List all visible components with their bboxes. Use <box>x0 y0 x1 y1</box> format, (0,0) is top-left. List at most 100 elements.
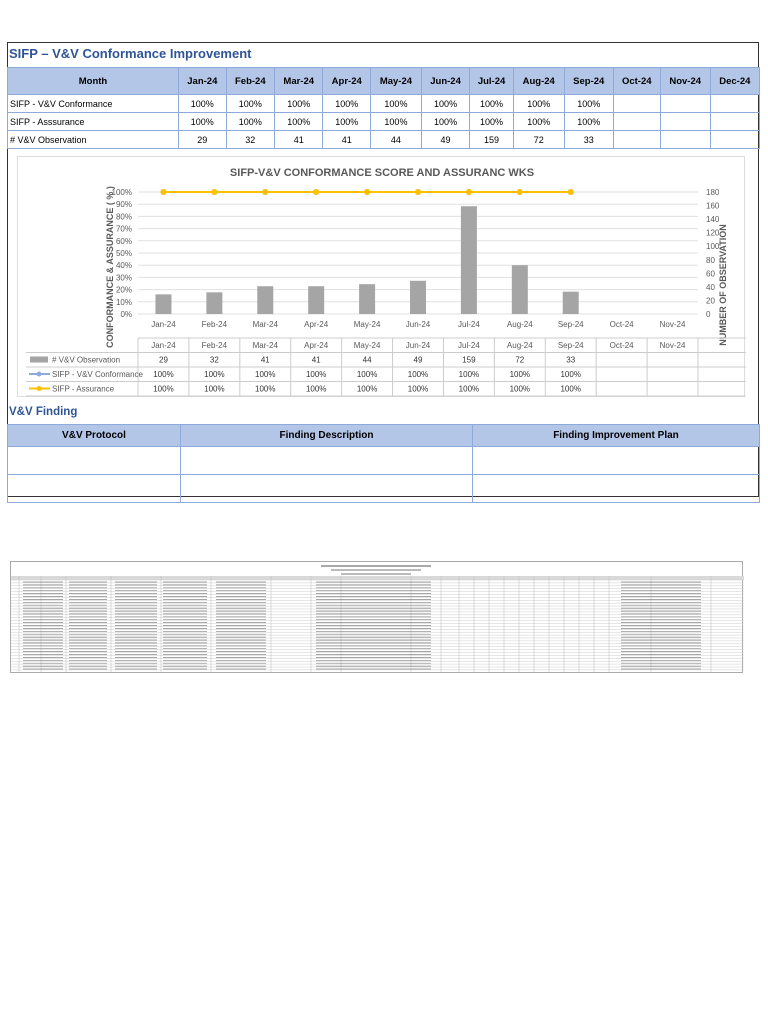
data-label: 100% <box>560 370 580 379</box>
combo-chart: SIFP-V&V CONFORMANCE SCORE AND ASSURANC … <box>26 167 748 397</box>
table-cell <box>659 112 711 131</box>
data-label: 100% <box>357 385 377 394</box>
legend-swatch <box>30 356 48 363</box>
table-cell: 100% <box>469 94 514 113</box>
month-header: Nov-24 <box>659 67 711 95</box>
y-tick-label: 50% <box>116 249 132 258</box>
x-tick-label: Aug-24 <box>507 320 533 329</box>
data-label: 100% <box>357 370 377 379</box>
cell[interactable] <box>7 446 181 475</box>
data-label: 100% <box>459 370 479 379</box>
data-label: 100% <box>459 385 479 394</box>
data-label: 100% <box>306 370 326 379</box>
y-tick-label: 10% <box>116 298 132 307</box>
table-cell: 100% <box>563 94 614 113</box>
table-row <box>7 474 760 503</box>
col-plan: Finding Improvement Plan <box>472 424 760 447</box>
month-header: Dec-24 <box>709 67 761 95</box>
x-tick-label: Mar-24 <box>253 320 279 329</box>
bar <box>308 286 325 314</box>
y-tick-label: 80% <box>116 212 132 221</box>
data-label: 100% <box>255 370 275 379</box>
data-point <box>160 189 167 195</box>
table-header: Apr-24 <box>304 341 329 350</box>
conformance-table: Month Jan-24 Feb-24 Mar-24 Apr-24 May-24 Jun-2… <box>7 67 761 149</box>
data-point <box>465 189 472 195</box>
table-cell: 100% <box>469 112 514 131</box>
x-tick-label: Sep-24 <box>558 320 584 329</box>
table-cell <box>709 94 761 113</box>
bar <box>155 294 172 314</box>
legend-label: SIFP - Assurance <box>52 385 115 394</box>
x-tick-label: Feb-24 <box>202 320 228 329</box>
bar <box>257 286 274 314</box>
month-header: Jan-24 <box>178 67 227 95</box>
bar <box>359 284 376 314</box>
table-header: May-24 <box>354 341 381 350</box>
y-tick-label: 60% <box>116 237 132 246</box>
y-tick-label: 20% <box>116 286 132 295</box>
table-cell: 159 <box>469 130 514 149</box>
table-cell: 100% <box>178 94 227 113</box>
table-cell <box>659 130 711 149</box>
finding-table: V&V Protocol Finding Description Finding I… <box>7 424 760 503</box>
table-cell: 100% <box>370 112 422 131</box>
y-tick-label: 30% <box>116 273 132 282</box>
month-header: Aug-24 <box>512 67 565 95</box>
table-header-row: Month Jan-24 Feb-24 Mar-24 Apr-24 May-24 Jun-2… <box>7 67 761 95</box>
table-cell: 44 <box>370 130 422 149</box>
table-cell: 41 <box>274 130 324 149</box>
month-header: Oct-24 <box>612 67 661 95</box>
y2-tick-label: 20 <box>706 296 715 305</box>
data-point <box>313 189 320 195</box>
data-label: 100% <box>408 370 428 379</box>
table-cell: 100% <box>322 112 372 131</box>
table-cell: 100% <box>274 94 324 113</box>
cell[interactable] <box>180 446 473 475</box>
table-header: Jun-24 <box>406 341 431 350</box>
cell[interactable] <box>180 474 473 503</box>
table-cell: 100% <box>420 94 471 113</box>
x-tick-label: Jul-24 <box>458 320 480 329</box>
data-point <box>415 189 421 195</box>
bar <box>562 291 579 314</box>
data-label: 44 <box>363 356 372 365</box>
data-point <box>516 189 523 195</box>
y-axis-label: CONFORMANCE & ASSURANCE ( % ) <box>105 186 115 348</box>
col-description: Finding Description <box>180 424 473 447</box>
data-label: 72 <box>515 356 524 365</box>
table-cell: 100% <box>563 112 614 131</box>
table-cell: 32 <box>225 130 276 149</box>
table-cell: 100% <box>512 112 565 131</box>
table-header: Mar-24 <box>253 341 279 350</box>
x-tick-label: Apr-24 <box>304 320 329 329</box>
table-cell: 33 <box>563 130 614 149</box>
table-cell: 100% <box>178 112 227 131</box>
table-cell: 100% <box>274 112 324 131</box>
bar <box>410 280 426 314</box>
table-header: Oct-24 <box>610 341 635 350</box>
x-tick-label: Jun-24 <box>406 320 431 329</box>
cell[interactable] <box>472 474 760 503</box>
row-label: SIFP - Asssurance <box>7 112 179 131</box>
thumbnail-line <box>11 576 744 580</box>
bar <box>206 292 223 314</box>
table-cell <box>659 94 711 113</box>
cell[interactable] <box>7 474 181 503</box>
table-cell <box>612 112 661 131</box>
data-point <box>262 189 269 195</box>
y2-tick-label: 60 <box>706 269 715 278</box>
col-protocol: V&V Protocol <box>7 424 181 447</box>
chart-title: SIFP-V&V CONFORMANCE SCORE AND ASSURANC … <box>230 167 534 179</box>
table-cell: 100% <box>225 112 276 131</box>
table-cell: 72 <box>512 130 565 149</box>
cell[interactable] <box>472 446 760 475</box>
y-tick-label: 40% <box>116 261 132 270</box>
legend-marker <box>36 386 42 391</box>
data-label: 100% <box>306 385 326 394</box>
table-cell: 41 <box>322 130 372 149</box>
table-header: Aug-24 <box>507 341 533 350</box>
data-label: 100% <box>255 385 275 394</box>
table-cell: 100% <box>512 94 565 113</box>
chart-container: SIFP-V&V CONFORMANCE SCORE AND ASSURANC … <box>17 156 748 397</box>
